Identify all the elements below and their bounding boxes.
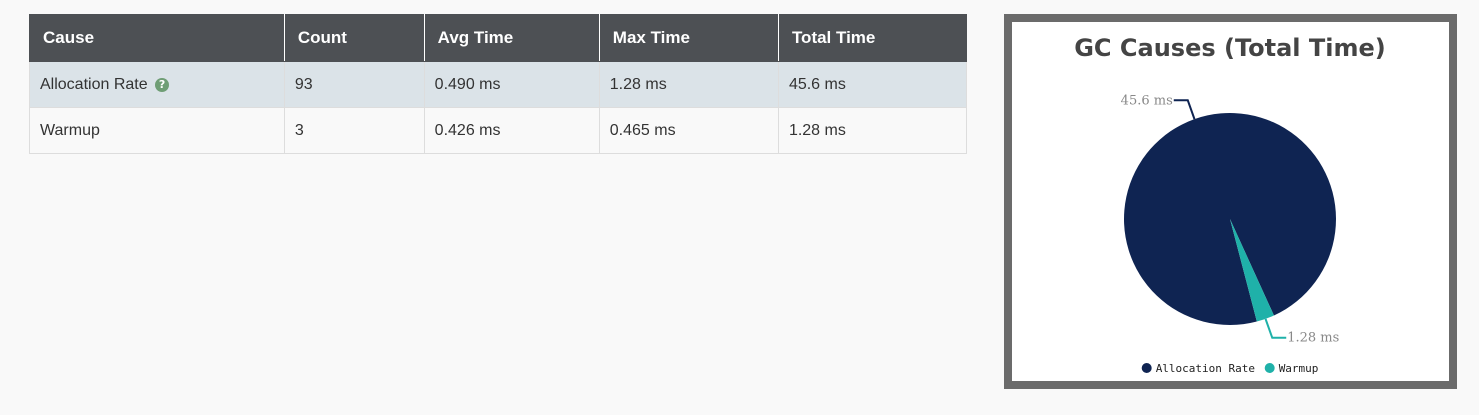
- cell-avg-time: 0.426 ms: [423, 107, 600, 154]
- pie-slice-allocation-rate[interactable]: [1124, 113, 1336, 326]
- cell-cause: Allocation Rate ?: [29, 61, 285, 108]
- cause-label: Allocation Rate: [40, 75, 148, 93]
- legend-marker-warmup[interactable]: [1264, 363, 1275, 373]
- table-header-row: Cause Count Avg Time Max Time Total Time: [29, 14, 968, 62]
- cell-cause: Warmup: [29, 107, 285, 154]
- header-cause[interactable]: Cause: [29, 14, 285, 62]
- chart-legend: Allocation Rate Warmup: [1141, 362, 1319, 375]
- chart-title: GC Causes (Total Time): [1074, 34, 1386, 62]
- header-avg-time[interactable]: Avg Time: [423, 14, 600, 62]
- pie-slices: [1124, 113, 1336, 326]
- pie-chart-svg: GC Causes (Total Time) 45.6 ms 1.28 ms Al…: [1074, 34, 1386, 375]
- cell-max-time: 1.28 ms: [598, 61, 779, 108]
- gc-causes-page: Cause Count Avg Time Max Time Total Time…: [0, 0, 1479, 415]
- cell-max-time: 0.465 ms: [598, 107, 779, 154]
- cell-count: 93: [283, 61, 425, 108]
- question-circle-icon[interactable]: ?: [155, 77, 170, 92]
- pie-label-warmup: 1.28 ms: [1287, 331, 1339, 346]
- legend-label-warmup[interactable]: Warmup: [1279, 362, 1319, 375]
- pie-leader-line: [1264, 318, 1287, 339]
- pie-label-allocation-rate: 45.6 ms: [1121, 93, 1173, 108]
- header-total-time[interactable]: Total Time: [777, 14, 968, 62]
- table-row: Warmup 3 0.426 ms 0.465 ms 1.28 ms: [29, 107, 968, 154]
- header-count[interactable]: Count: [283, 14, 425, 62]
- cell-total-time: 1.28 ms: [777, 107, 968, 154]
- cell-count: 3: [283, 107, 425, 154]
- cell-avg-time: 0.490 ms: [423, 61, 600, 108]
- gc-causes-table: Cause Count Avg Time Max Time Total Time…: [29, 14, 968, 154]
- pie-leader-line: [1173, 99, 1196, 120]
- cell-total-time: 45.6 ms: [777, 61, 968, 108]
- legend-label-allocation-rate[interactable]: Allocation Rate: [1156, 362, 1255, 375]
- table-row: Allocation Rate ? 93 0.490 ms 1.28 ms 45…: [29, 61, 968, 108]
- cause-label: Warmup: [40, 121, 100, 139]
- header-max-time[interactable]: Max Time: [598, 14, 779, 62]
- legend-marker-allocation-rate[interactable]: [1141, 363, 1152, 373]
- gc-causes-chart: GC Causes (Total Time) 45.6 ms 1.28 ms Al…: [1004, 14, 1457, 389]
